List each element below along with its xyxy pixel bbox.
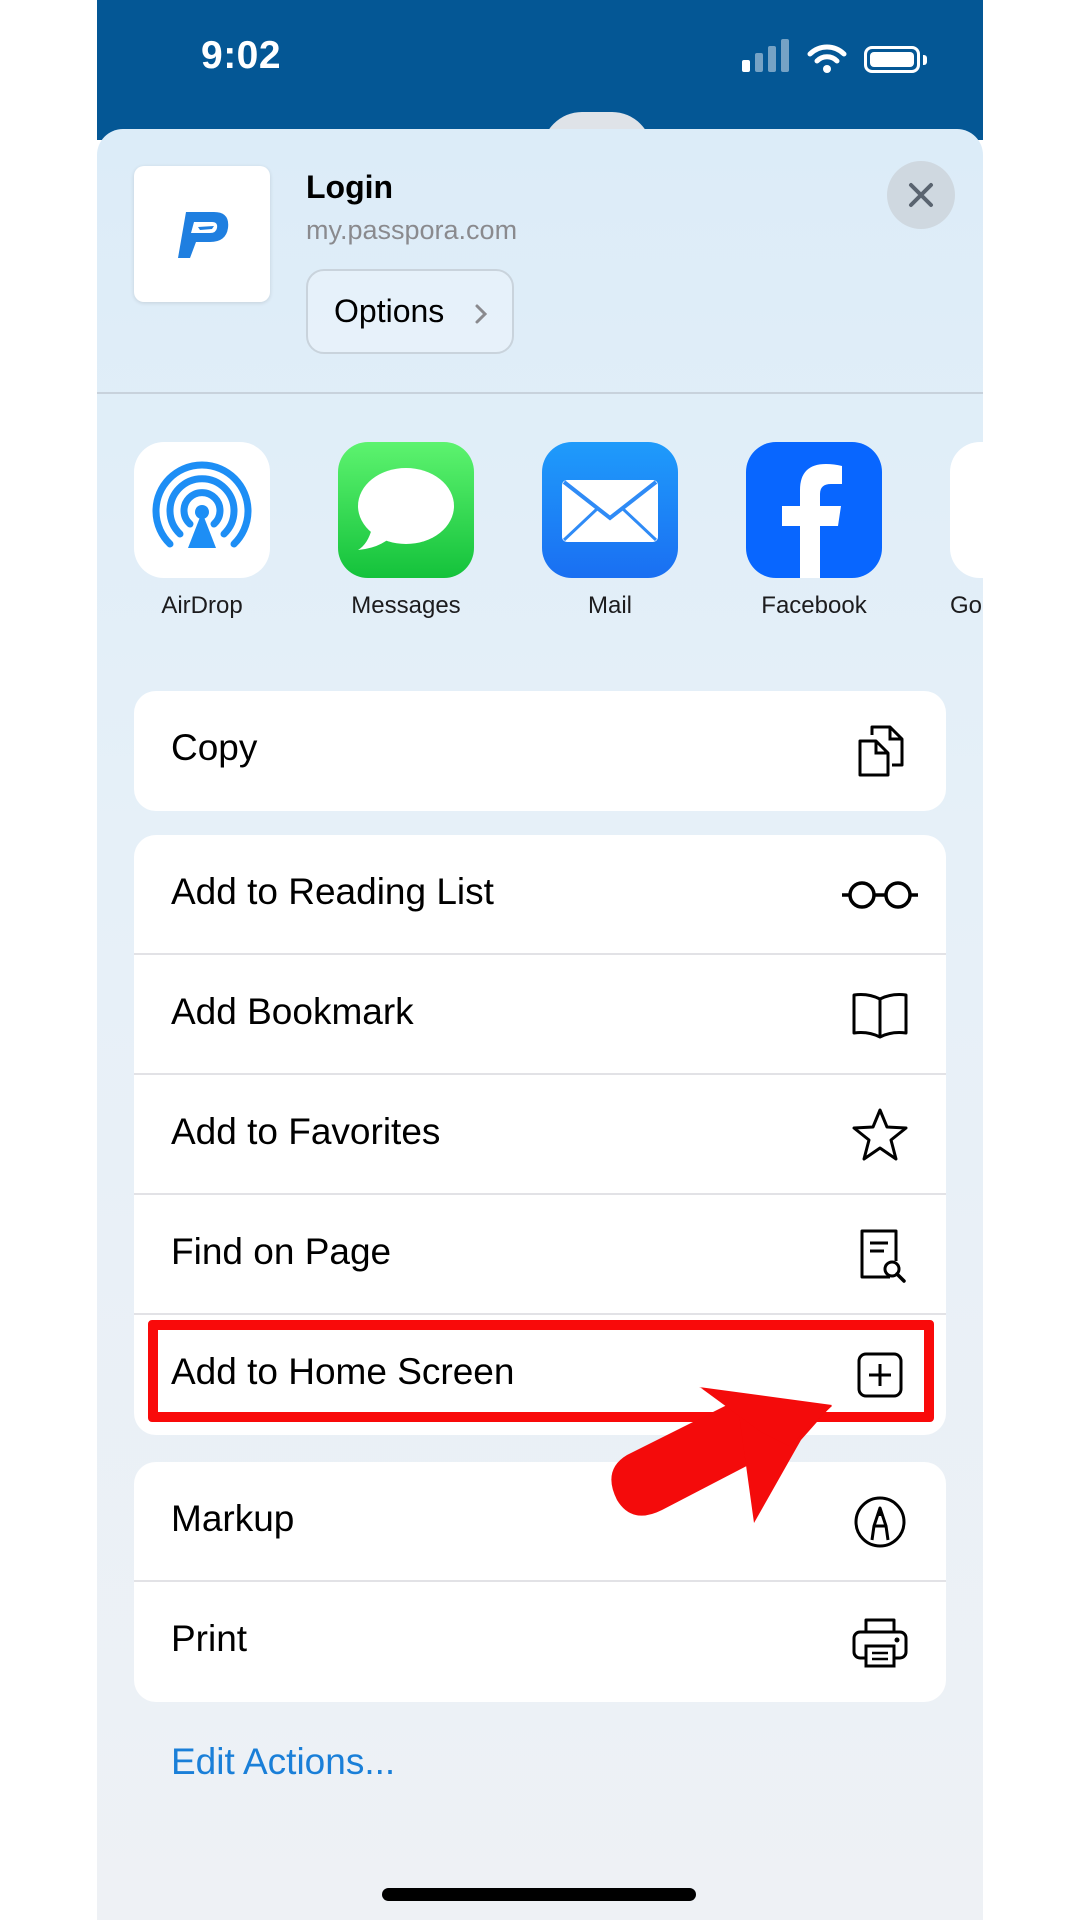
phone-screen: 9:02 Login my.passpora.com Options AirDr… (97, 0, 983, 1920)
pointer-arrow-icon (611, 1387, 832, 1523)
home-indicator (382, 1888, 696, 1901)
